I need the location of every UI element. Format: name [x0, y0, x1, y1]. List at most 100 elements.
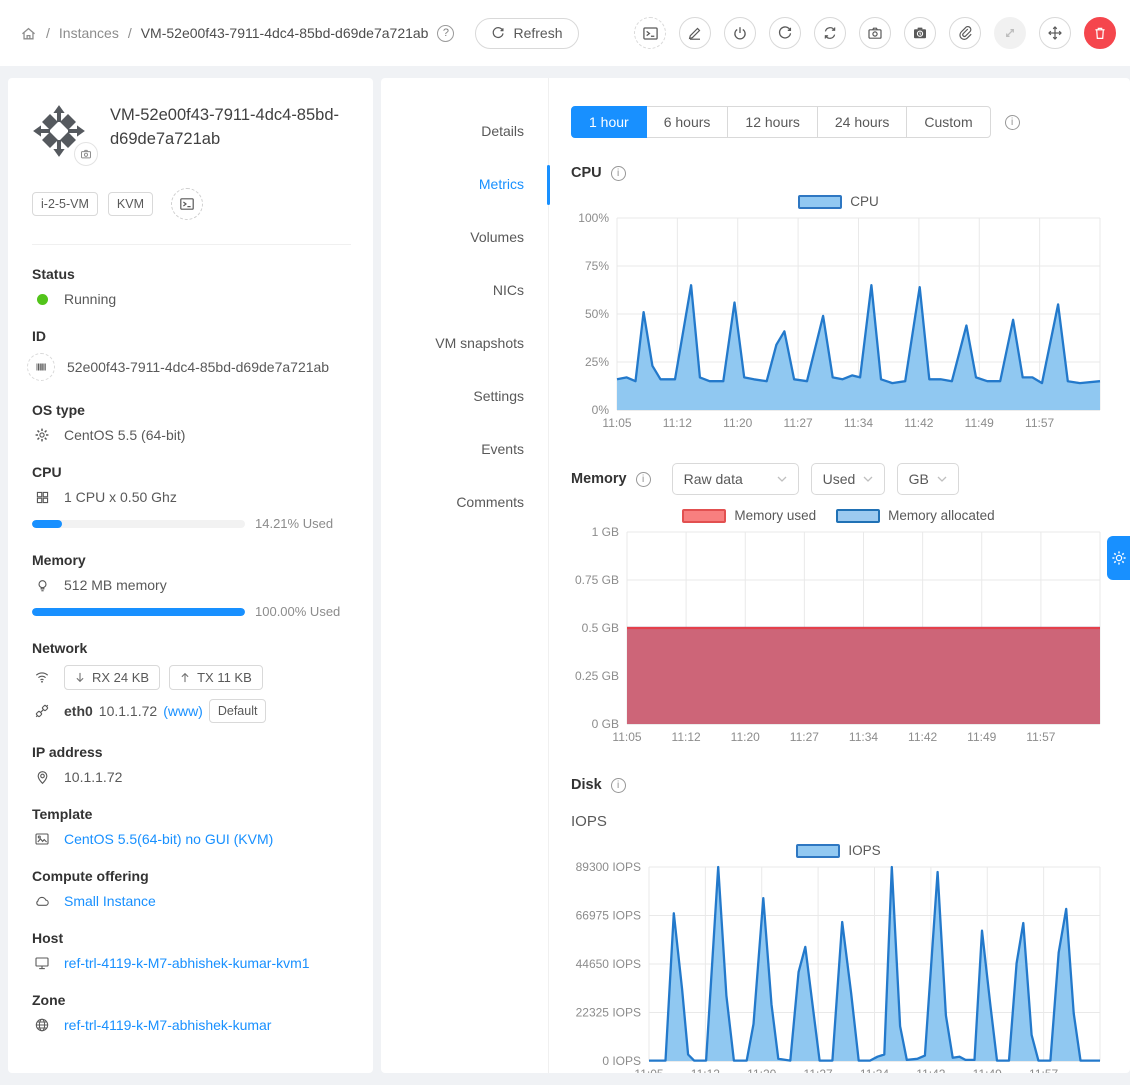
svg-text:44650 IOPS: 44650 IOPS	[576, 957, 641, 971]
svg-text:11:34: 11:34	[860, 1067, 889, 1073]
memory-info-icon[interactable]: i	[636, 472, 651, 487]
nic-network-link[interactable]: (www)	[163, 703, 203, 719]
network-label: Network	[32, 640, 351, 656]
cpu-chart-title: CPU	[571, 165, 602, 181]
range-custom[interactable]: Custom	[906, 106, 990, 138]
range-1-hour[interactable]: 1 hour	[571, 106, 647, 138]
template-link[interactable]: CentOS 5.5(64-bit) no GUI (KVM)	[64, 831, 273, 847]
zone-row: ref-trl-4119-k-M7-abhishek-kumar	[32, 1017, 351, 1033]
range-12-hours[interactable]: 12 hours	[727, 106, 817, 138]
compute-offering-link[interactable]: Small Instance	[64, 893, 156, 909]
home-icon[interactable]	[20, 25, 37, 42]
compute-offering-label: Compute offering	[32, 868, 351, 884]
id-label: ID	[32, 328, 351, 344]
tab-comments[interactable]: Comments	[381, 479, 548, 525]
refresh-label: Refresh	[513, 25, 562, 41]
arrow-up-icon	[180, 672, 190, 683]
console-shortcut-button[interactable]	[171, 188, 203, 220]
svg-text:11:42: 11:42	[908, 730, 937, 744]
instance-action-toolbar	[634, 17, 1116, 49]
instance-id: 52e00f43-7911-4dc4-85bd-d69de7a721ab	[67, 359, 329, 375]
status-label: Status	[32, 266, 351, 282]
memory-legend: Memory used Memory allocated	[571, 508, 1106, 523]
id-value-row: 52e00f43-7911-4dc4-85bd-d69de7a721ab	[32, 353, 351, 381]
memory-value: 512 MB memory	[64, 577, 167, 593]
time-range-selector: 1 hour 6 hours 12 hours 24 hours Custom …	[571, 106, 1130, 138]
refresh-button[interactable]: Refresh	[475, 18, 578, 49]
svg-text:0.25 GB: 0.25 GB	[575, 669, 619, 683]
os-type-row: CentOS 5.5 (64-bit)	[32, 427, 351, 443]
cpu-chart-section: CPU i CPU 11:0511:1211:2011:2711:3411:42…	[571, 165, 1130, 436]
compute-offering-row: Small Instance	[32, 893, 351, 909]
tab-events[interactable]: Events	[381, 426, 548, 472]
change-icon-camera-badge[interactable]	[74, 142, 98, 166]
stop-instance-button[interactable]	[724, 17, 756, 49]
svg-text:11:20: 11:20	[747, 1067, 776, 1073]
svg-text:11:05: 11:05	[602, 416, 631, 430]
cpu-info-icon[interactable]: i	[611, 166, 626, 181]
memory-metric-select[interactable]: Used	[811, 463, 885, 495]
memory-chart-title: Memory	[571, 471, 627, 487]
camera-icon	[80, 148, 92, 160]
recurring-snapshot-button[interactable]	[904, 17, 936, 49]
svg-text:75%: 75%	[585, 259, 609, 273]
instance-header: VM-52e00f43-7911-4dc4-85bd-d69de7a721ab	[32, 104, 351, 164]
tx-badge: TX 11 KB	[169, 665, 263, 690]
nic-ip: 10.1.1.72	[99, 703, 157, 719]
disk-info-icon[interactable]: i	[611, 778, 626, 793]
memory-chart-section: Memory i Raw data Used GB Memory used Me…	[571, 463, 1130, 750]
gear-icon	[1111, 550, 1127, 566]
wifi-icon	[32, 669, 52, 685]
barcode-icon	[27, 353, 55, 381]
svg-text:11:20: 11:20	[731, 730, 760, 744]
tab-details[interactable]: Details	[381, 108, 548, 154]
breadcrumb-instances[interactable]: Instances	[59, 25, 119, 41]
migrate-instance-button[interactable]	[1039, 17, 1071, 49]
svg-text:0.5 GB: 0.5 GB	[582, 621, 619, 635]
svg-text:66975 IOPS: 66975 IOPS	[576, 909, 641, 923]
reboot-instance-button[interactable]	[769, 17, 801, 49]
tab-nics[interactable]: NICs	[381, 267, 548, 313]
host-link[interactable]: ref-trl-4119-k-M7-abhishek-kumar-kvm1	[64, 955, 310, 971]
help-icon[interactable]: ?	[437, 25, 454, 42]
desktop-icon	[32, 955, 52, 971]
destroy-instance-button[interactable]	[1084, 17, 1116, 49]
metrics-content: 1 hour 6 hours 12 hours 24 hours Custom …	[549, 78, 1130, 1073]
edit-button[interactable]	[679, 17, 711, 49]
ip-address-label: IP address	[32, 744, 351, 760]
range-24-hours[interactable]: 24 hours	[817, 106, 907, 138]
cpu-legend: CPU	[571, 194, 1106, 209]
svg-text:89300 IOPS: 89300 IOPS	[576, 861, 641, 874]
cpu-usage-bar	[32, 520, 62, 528]
svg-text:0 GB: 0 GB	[592, 717, 619, 731]
reinstall-instance-button[interactable]	[814, 17, 846, 49]
attach-iso-button[interactable]	[949, 17, 981, 49]
memory-row: 512 MB memory	[32, 577, 351, 593]
page-header: / Instances / VM-52e00f43-7911-4dc4-85bd…	[0, 0, 1130, 66]
chevron-down-icon	[777, 476, 787, 482]
svg-text:11:34: 11:34	[849, 730, 878, 744]
host-row: ref-trl-4119-k-M7-abhishek-kumar-kvm1	[32, 955, 351, 971]
take-snapshot-button[interactable]	[859, 17, 891, 49]
tab-settings[interactable]: Settings	[381, 373, 548, 419]
tab-volumes[interactable]: Volumes	[381, 214, 548, 260]
range-6-hours[interactable]: 6 hours	[646, 106, 729, 138]
console-button[interactable]	[634, 17, 666, 49]
project-settings-fab[interactable]	[1107, 536, 1130, 580]
memory-usage-progress: 100.00% Used	[32, 604, 351, 619]
status-running-dot	[37, 294, 48, 305]
disk-chart-title: Disk	[571, 777, 602, 793]
memory-unit-select[interactable]: GB	[897, 463, 959, 495]
host-label: Host	[32, 930, 351, 946]
instance-name: VM-52e00f43-7911-4dc4-85bd-d69de7a721ab	[110, 104, 348, 164]
zone-link[interactable]: ref-trl-4119-k-M7-abhishek-kumar	[64, 1017, 271, 1033]
iops-legend-label: IOPS	[848, 843, 880, 858]
breadcrumb-separator: /	[128, 25, 132, 41]
picture-icon	[32, 831, 52, 847]
cpu-grid-icon	[32, 490, 52, 505]
tab-metrics[interactable]: Metrics	[381, 161, 548, 207]
tab-vm-snapshots[interactable]: VM snapshots	[381, 320, 548, 366]
range-info-icon[interactable]: i	[1005, 115, 1020, 130]
memory-mode-select[interactable]: Raw data	[672, 463, 799, 495]
svg-text:11:05: 11:05	[612, 730, 641, 744]
